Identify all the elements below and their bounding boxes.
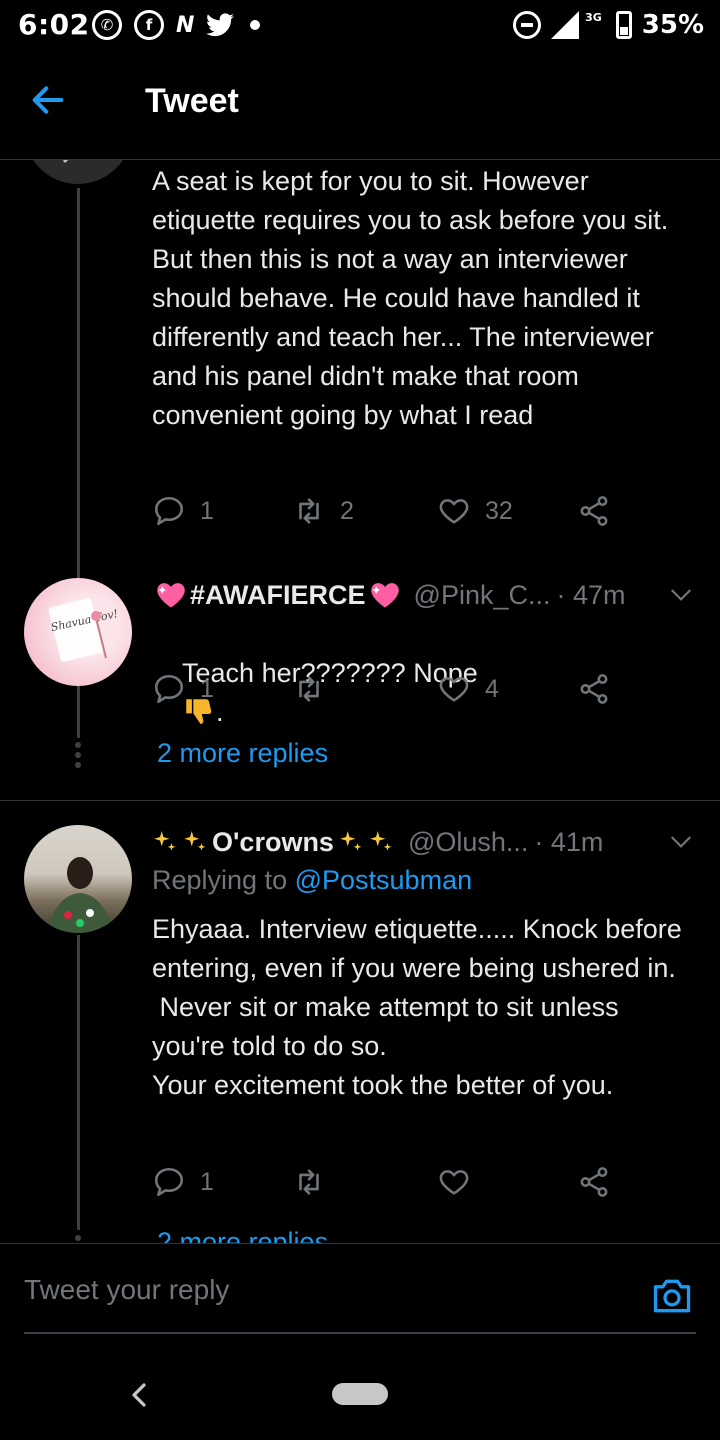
notification-dot-icon xyxy=(250,20,261,30)
sparkling-heart-icon xyxy=(370,583,399,608)
reply-button[interactable]: 1 xyxy=(152,494,214,528)
notification-icons: ✆ f N xyxy=(92,10,261,40)
chevron-down-icon[interactable] xyxy=(668,829,694,855)
avatar[interactable] xyxy=(24,160,132,184)
sparkles-icon xyxy=(370,831,392,851)
share-button[interactable] xyxy=(577,494,611,528)
reply-count: 1 xyxy=(200,496,214,525)
retweet-button[interactable]: 2 xyxy=(292,494,354,528)
tweet-time: · 41m xyxy=(534,826,604,857)
tweet-actions: 1 xyxy=(152,1165,622,1205)
app-header: Tweet xyxy=(0,52,720,160)
news-icon: N xyxy=(176,12,195,38)
reply-count: 1 xyxy=(200,674,214,703)
tweet-text: A seat is kept for you to sit. However e… xyxy=(152,166,676,430)
camera-button[interactable] xyxy=(650,1274,694,1318)
tweet-thread[interactable]: A seat is kept for you to sit. However e… xyxy=(0,160,720,1243)
reply-icon xyxy=(154,496,184,526)
page-title: Tweet xyxy=(145,82,239,120)
display-name[interactable]: #AWAFIERCE xyxy=(190,580,366,611)
arrow-left-icon xyxy=(32,86,64,114)
like-button[interactable]: 32 xyxy=(437,494,513,528)
like-button[interactable] xyxy=(437,1165,485,1199)
sparkles-icon xyxy=(184,831,206,851)
battery-icon xyxy=(615,11,632,39)
share-button[interactable] xyxy=(577,672,611,706)
display-name[interactable]: O'crowns xyxy=(212,827,334,858)
retweet-icon xyxy=(299,498,319,524)
system-icons: 3G 35% xyxy=(513,10,704,40)
mention-link[interactable]: @Postsubman xyxy=(295,865,473,895)
status-time: 6:02 xyxy=(18,8,90,41)
replying-prefix: Replying to xyxy=(152,865,288,895)
user-handle[interactable]: @Olush... xyxy=(408,827,528,858)
tweet-actions: 1 4 xyxy=(152,672,622,712)
more-replies-link[interactable]: 2 more replies xyxy=(157,1227,328,1243)
camera-icon xyxy=(653,1279,691,1313)
like-count: 4 xyxy=(485,674,499,703)
nav-back-icon[interactable] xyxy=(124,1377,154,1413)
user-handle[interactable]: @Pink_C... xyxy=(414,580,551,611)
more-replies-dots xyxy=(75,1235,82,1243)
input-underline xyxy=(24,1332,696,1334)
do-not-disturb-icon xyxy=(513,11,542,39)
retweet-count: 2 xyxy=(340,496,354,525)
facebook-icon: f xyxy=(134,10,164,40)
reply-button[interactable]: 1 xyxy=(152,672,214,706)
battery-percent: 35% xyxy=(641,10,704,40)
retweet-icon xyxy=(299,1169,319,1195)
more-replies-dots xyxy=(75,742,82,768)
tweet-actions: 1 2 32 xyxy=(152,494,622,534)
sparkles-icon xyxy=(340,831,362,851)
system-nav-bar xyxy=(0,1353,720,1440)
heart-icon xyxy=(439,1170,469,1195)
tweet-text: Ehyaaa. Interview etiquette..... Knock b… xyxy=(152,914,682,1100)
reply-icon xyxy=(154,1167,184,1197)
replying-to: Replying to @Postsubman xyxy=(152,865,472,896)
like-count: 32 xyxy=(485,496,513,525)
tweet-header: #AWAFIERCE @Pink_C... · 47m xyxy=(152,575,697,615)
reply-button[interactable]: 1 xyxy=(152,1165,214,1199)
retweet-button[interactable] xyxy=(292,672,340,706)
like-button[interactable]: 4 xyxy=(437,672,499,706)
share-icon xyxy=(580,1167,608,1197)
twitter-icon xyxy=(206,10,235,40)
share-icon xyxy=(580,674,608,704)
signal-icon xyxy=(551,11,580,39)
retweet-icon xyxy=(299,676,319,702)
reply-input[interactable]: Tweet your reply xyxy=(24,1274,624,1318)
reply-count: 1 xyxy=(200,1167,214,1196)
status-bar: 6:02 ✆ f N 3G 35% xyxy=(0,0,720,52)
network-type: 3G xyxy=(585,10,602,24)
heart-icon xyxy=(439,499,469,524)
reply-icon xyxy=(154,674,184,704)
more-replies-link[interactable]: 2 more replies xyxy=(157,738,328,769)
share-button[interactable] xyxy=(577,1165,611,1199)
thread-line xyxy=(77,688,80,738)
tweet-header: O'crowns @Olush... · 41m xyxy=(152,822,697,862)
sparkles-icon xyxy=(154,831,176,851)
share-icon xyxy=(580,496,608,526)
divider xyxy=(0,800,720,801)
chevron-down-icon[interactable] xyxy=(668,582,694,608)
back-button[interactable] xyxy=(28,80,84,128)
avatar[interactable]: Shavua Tov! xyxy=(24,578,132,686)
whatsapp-icon: ✆ xyxy=(92,10,122,40)
reply-composer: Tweet your reply xyxy=(0,1243,720,1353)
tweet-time: · 47m xyxy=(556,579,626,610)
retweet-button[interactable] xyxy=(292,1165,340,1199)
heart-icon xyxy=(439,677,469,702)
sparkling-heart-icon xyxy=(157,583,185,608)
thread-line xyxy=(77,935,80,1230)
nav-home-pill[interactable] xyxy=(332,1383,388,1405)
avatar[interactable] xyxy=(24,825,132,933)
